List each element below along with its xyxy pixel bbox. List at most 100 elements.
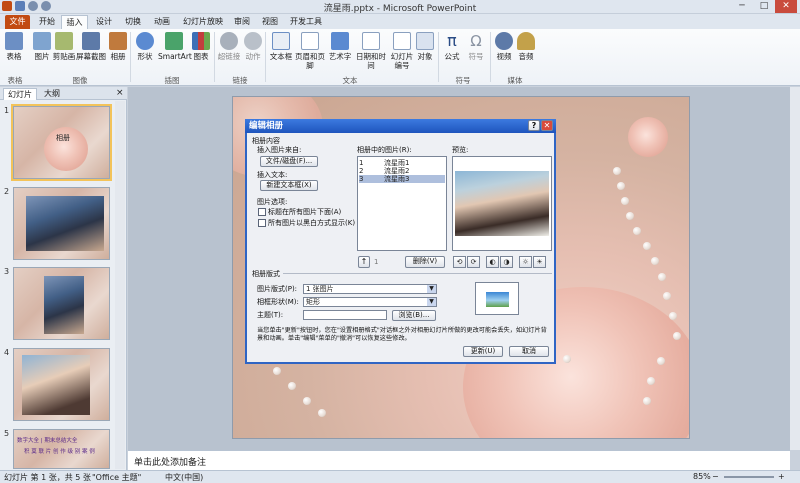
chart-button[interactable]: 图表 bbox=[191, 32, 211, 61]
list-item[interactable]: 1 流星雨1 bbox=[359, 159, 445, 167]
wordart-button[interactable]: 艺术字 bbox=[328, 32, 352, 61]
maximize-button[interactable]: □ bbox=[753, 0, 775, 13]
slide-thumbnail-1[interactable]: 相册 bbox=[11, 104, 112, 181]
tab-file[interactable]: 文件 bbox=[5, 15, 30, 29]
equation-button[interactable]: π 公式 bbox=[441, 32, 463, 62]
pictures-in-album-label: 相册中的图片(R): bbox=[357, 146, 412, 154]
tab-outline[interactable]: 大纲 bbox=[40, 88, 64, 100]
tab-animations[interactable]: 动画 bbox=[150, 15, 174, 29]
zoom-in-button[interactable]: + bbox=[778, 472, 785, 481]
black-white-checkbox[interactable] bbox=[258, 219, 266, 227]
table-button[interactable]: 表格 bbox=[3, 32, 25, 61]
rotate-left-icon[interactable]: ⟲ bbox=[453, 256, 466, 268]
tab-view[interactable]: 视图 bbox=[258, 15, 282, 29]
tab-home[interactable]: 开始 bbox=[35, 15, 59, 29]
picture-layout-select[interactable]: 1 张图片 ▼ bbox=[303, 284, 437, 294]
video-button[interactable]: 视频 bbox=[494, 32, 514, 61]
minimize-button[interactable]: ─ bbox=[731, 0, 753, 13]
audio-button[interactable]: 音频 bbox=[516, 32, 536, 61]
slide-number-button[interactable]: 幻灯片编号 bbox=[389, 32, 415, 70]
preview-box bbox=[452, 156, 552, 251]
move-up-button[interactable]: ↑ bbox=[358, 256, 370, 268]
action-button[interactable]: 动作 bbox=[243, 32, 263, 61]
slide-thumbnail-5[interactable]: 数字大全 | 期末总结大全 积 莫 联 片 创 作 级 别 案 例 bbox=[13, 429, 110, 469]
close-window-button[interactable]: ✕ bbox=[775, 0, 797, 13]
title-bar: 流星雨.pptx - Microsoft PowerPoint ─ □ ✕ bbox=[0, 0, 800, 14]
separator bbox=[490, 32, 491, 82]
smartart-button[interactable]: SmartArt bbox=[158, 32, 192, 61]
thumb-number: 5 bbox=[4, 429, 10, 438]
rotate-right-icon[interactable]: ⟳ bbox=[467, 256, 480, 268]
language[interactable]: 中文(中国) bbox=[165, 472, 203, 483]
datetime-button[interactable]: 日期和时间 bbox=[354, 32, 388, 70]
dialog-close-button[interactable]: ✕ bbox=[541, 120, 553, 131]
slide-thumbnail-2[interactable] bbox=[13, 187, 110, 260]
zoom-level[interactable]: 85% bbox=[693, 472, 711, 481]
screenshot-button[interactable]: 屏幕截图 bbox=[76, 32, 106, 61]
cancel-button[interactable]: 取消 bbox=[509, 346, 549, 357]
hyperlink-button[interactable]: 超链接 bbox=[217, 32, 241, 61]
pearl-decoration bbox=[288, 382, 296, 390]
pearl-decoration bbox=[613, 167, 621, 175]
pictures-list[interactable]: 1 流星雨1 2 流星雨2 3 流星雨3 bbox=[357, 156, 447, 251]
picture-button[interactable]: 图片 bbox=[31, 32, 53, 61]
file-disk-button[interactable]: 文件/磁盘(F)... bbox=[260, 156, 318, 167]
window-title: 流星雨.pptx - Microsoft PowerPoint bbox=[323, 4, 477, 14]
theme-label: 主题(T): bbox=[257, 311, 284, 319]
thumb5-text: 积 莫 联 片 创 作 级 别 案 例 bbox=[24, 449, 95, 455]
pane-scrollbar[interactable] bbox=[115, 101, 125, 469]
table-icon bbox=[5, 32, 23, 50]
header-footer-button[interactable]: 页眉和页脚 bbox=[294, 32, 326, 70]
slide-thumbnail-3[interactable] bbox=[13, 267, 110, 340]
pearl-decoration bbox=[621, 197, 629, 205]
zoom-out-button[interactable]: − bbox=[712, 472, 719, 481]
pearl-decoration bbox=[647, 377, 655, 385]
object-icon bbox=[416, 32, 434, 50]
album-button[interactable]: 相册 bbox=[108, 32, 128, 61]
browse-button[interactable]: 浏览(B)... bbox=[392, 310, 436, 321]
contrast-down-icon[interactable]: ◑ bbox=[500, 256, 513, 268]
object-button[interactable]: 对象 bbox=[415, 32, 435, 61]
textbox-button[interactable]: 文本框 bbox=[269, 32, 293, 61]
status-bar: 幻灯片 第 1 张，共 5 张 "Office 主题" 中文(中国) 85% −… bbox=[0, 470, 800, 483]
theme-input[interactable] bbox=[303, 310, 387, 320]
clipart-button[interactable]: 剪贴画 bbox=[52, 32, 76, 61]
tab-review[interactable]: 审阅 bbox=[230, 15, 254, 29]
tab-slides[interactable]: 幻灯片 bbox=[3, 88, 37, 100]
pearl-decoration bbox=[643, 397, 651, 405]
close-pane-icon[interactable]: × bbox=[112, 88, 128, 100]
update-button[interactable]: 更新(U) bbox=[463, 346, 503, 357]
tab-slideshow[interactable]: 幻灯片放映 bbox=[182, 15, 224, 29]
contrast-up-icon[interactable]: ◐ bbox=[486, 256, 499, 268]
delete-button[interactable]: 删除(V) bbox=[405, 256, 445, 268]
tab-developer[interactable]: 开发工具 bbox=[287, 15, 325, 29]
list-item[interactable]: 2 流星雨2 bbox=[359, 167, 445, 175]
help-button[interactable]: ? bbox=[528, 120, 540, 131]
editor-scrollbar[interactable] bbox=[790, 87, 800, 450]
brightness-up-icon[interactable]: ☼ bbox=[519, 256, 532, 268]
list-item-selected[interactable]: 3 流星雨3 bbox=[359, 175, 445, 183]
new-textbox-button[interactable]: 新建文本框(X) bbox=[260, 180, 318, 191]
separator bbox=[214, 32, 215, 82]
captions-below-checkbox[interactable] bbox=[258, 208, 266, 216]
shapes-button[interactable]: 形状 bbox=[134, 32, 156, 61]
tab-insert[interactable]: 插入 bbox=[61, 15, 88, 29]
move-index: 1 bbox=[374, 258, 379, 266]
pearl-decoration bbox=[633, 227, 641, 235]
slide-thumbnail-4[interactable] bbox=[13, 348, 110, 421]
group-label-images: 图像 bbox=[72, 76, 88, 85]
symbol-button[interactable]: Ω 符号 bbox=[465, 32, 487, 61]
tab-design[interactable]: 设计 bbox=[92, 15, 116, 29]
divider bbox=[252, 273, 552, 274]
tab-transitions[interactable]: 切换 bbox=[121, 15, 145, 29]
notes-pane[interactable]: 单击此处添加备注 bbox=[128, 450, 790, 470]
photo-image bbox=[44, 276, 84, 334]
rose-image bbox=[628, 117, 668, 157]
textbox-icon bbox=[272, 32, 290, 50]
frame-shape-select[interactable]: 矩形 ▼ bbox=[303, 297, 437, 307]
section-content-label: 相册内容 bbox=[252, 137, 280, 145]
update-note: 当您单击"更新"按钮时，您在"设置相册格式"对话框之外对相册幻灯片所做的更改可能… bbox=[257, 327, 547, 342]
zoom-slider[interactable] bbox=[724, 476, 774, 478]
brightness-down-icon[interactable]: ☀ bbox=[533, 256, 546, 268]
action-icon bbox=[244, 32, 262, 50]
